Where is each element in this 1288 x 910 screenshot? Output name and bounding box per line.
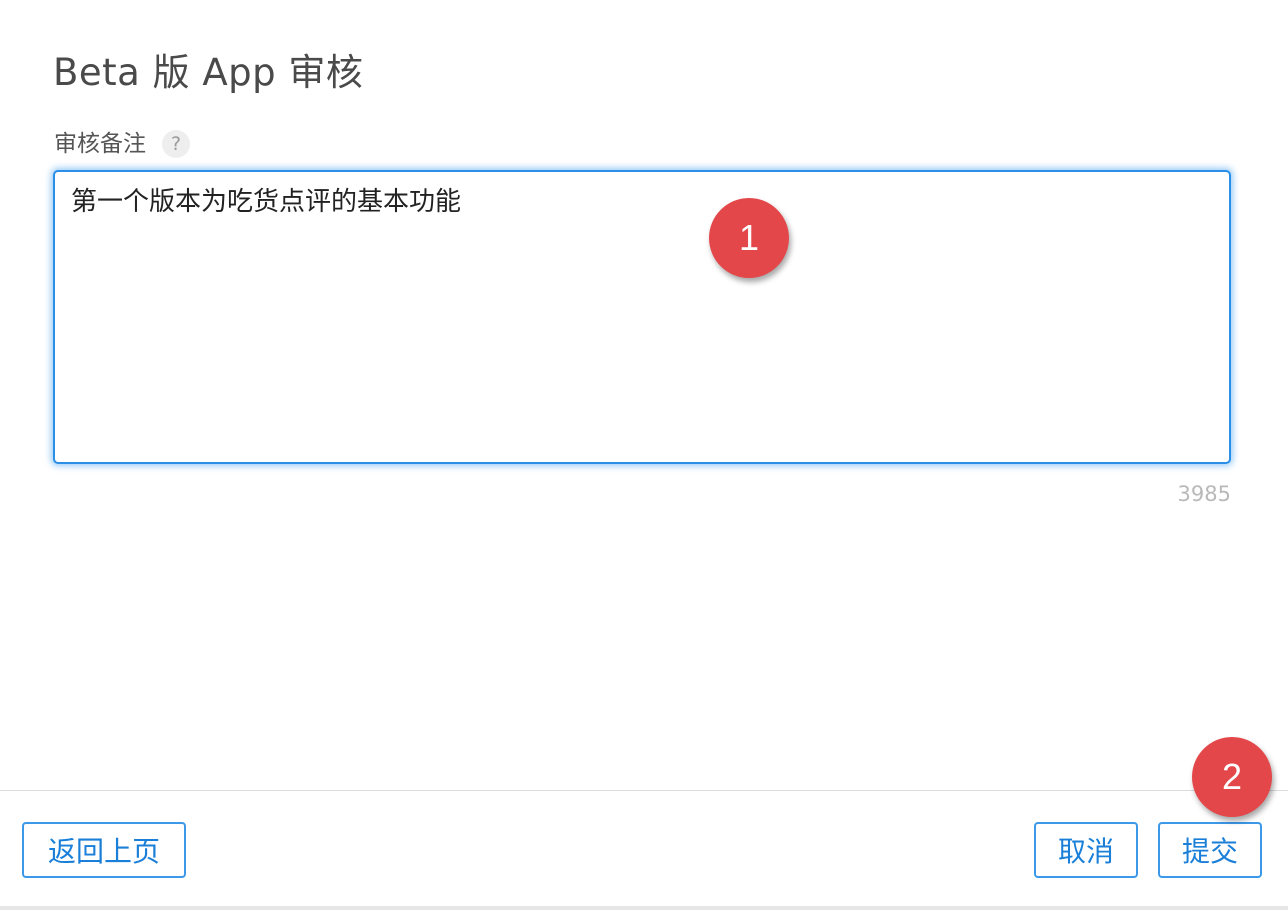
cancel-button[interactable]: 取消 (1034, 822, 1138, 878)
annotation-badge-2: 2 (1192, 737, 1272, 817)
back-button[interactable]: 返回上页 (22, 822, 186, 878)
dialog-title: Beta 版 App 审核 (53, 51, 364, 94)
footer-divider (0, 790, 1288, 791)
submit-button[interactable]: 提交 (1158, 822, 1262, 878)
review-notes-label: 审核备注 (54, 131, 146, 157)
review-notes-textarea[interactable] (53, 170, 1231, 464)
help-icon[interactable]: ? (162, 130, 190, 158)
review-notes-label-row: 审核备注 ? (54, 128, 190, 160)
bottom-edge (0, 906, 1288, 910)
annotation-badge-1: 1 (709, 198, 789, 278)
beta-app-review-dialog: Beta 版 App 审核 审核备注 ? 3985 1 返回上页 取消 提交 2 (0, 0, 1288, 910)
remaining-characters-counter: 3985 (1177, 482, 1231, 506)
